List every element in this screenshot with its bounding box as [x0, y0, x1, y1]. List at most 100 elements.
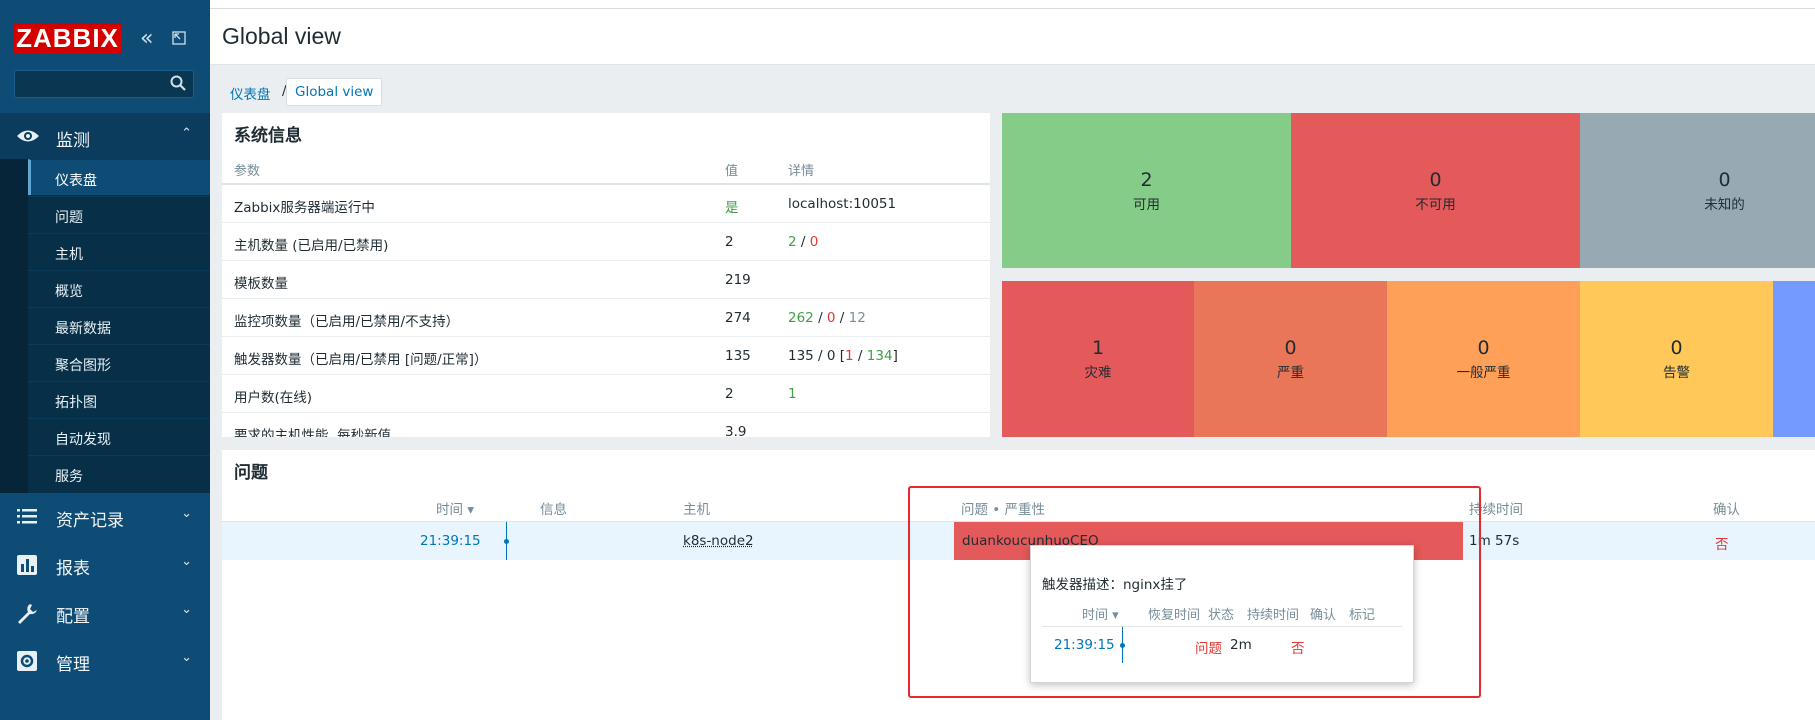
severity-tile-disaster[interactable]: 1 灾难: [1002, 281, 1194, 437]
widget-title: 问题: [234, 463, 268, 482]
tile-count: 2: [1140, 169, 1153, 191]
zabbix-logo[interactable]: ZABBIX: [14, 24, 121, 53]
sidebar-item-screens[interactable]: 聚合图形: [28, 344, 210, 380]
tile-label: 告警: [1663, 365, 1690, 381]
sidebar-item-overview[interactable]: 概览: [28, 270, 210, 306]
chevron-down-icon: ⌄: [181, 602, 192, 617]
table-row: 要求的主机性能, 每秒新值 3.9: [222, 413, 990, 437]
chevron-down-icon: ⌄: [181, 506, 192, 521]
sidebar-item-label: 自动发现: [55, 432, 111, 448]
problem-time-link[interactable]: 21:39:15: [420, 533, 481, 549]
sidebar-item-latest-data[interactable]: 最新数据: [28, 307, 210, 343]
tile-count: 0: [1477, 337, 1490, 359]
hintbox-col-tags: 标记: [1349, 608, 1376, 623]
ack-link[interactable]: 否: [1715, 533, 1729, 553]
hintbox-col-time: 时间 ▾: [1082, 608, 1119, 623]
sidebar-item-label: 拓扑图: [55, 395, 97, 411]
tile-count: 1: [1091, 337, 1105, 359]
chevron-up-icon: ⌃: [181, 126, 192, 141]
submenu-rail: [0, 159, 28, 493]
slash: /: [813, 310, 827, 326]
hintbox-col-recovery: 恢复时间: [1148, 608, 1201, 623]
tile-count: 0: [1718, 169, 1731, 191]
tile-label: 可用: [1133, 197, 1160, 213]
menu-section-configuration[interactable]: 配置 ⌄: [0, 589, 210, 635]
search-icon[interactable]: [169, 74, 187, 92]
column-header-ack: 确认: [1713, 502, 1740, 518]
wrench-icon: [16, 602, 37, 624]
sidebar-item-services[interactable]: 服务: [28, 455, 210, 491]
severity-tile-information[interactable]: [1773, 281, 1815, 437]
host-availability-tile-available[interactable]: 2 可用: [1002, 113, 1291, 268]
row-left-background: [222, 522, 533, 560]
param-cell: 主机数量 (已启用/已禁用): [234, 238, 389, 254]
host-availability-tile-unknown[interactable]: 0 未知的: [1580, 113, 1815, 268]
severity-tile-average[interactable]: 0 一般严重: [1387, 281, 1580, 437]
sidebar-item-label: 概览: [55, 284, 83, 300]
sidebar-item-label: 仪表盘: [55, 173, 97, 189]
tile-count: 0: [1429, 169, 1442, 191]
details-cell: 135 / 0 [1 / 134]: [788, 348, 898, 364]
hintbox-col-duration: 持续时间: [1247, 608, 1300, 623]
tile-count: 0: [1670, 337, 1683, 359]
breadcrumb-dashboard-link[interactable]: 仪表盘: [230, 83, 271, 103]
hintbox-col-status: 状态: [1208, 608, 1235, 623]
table-row: 触发器数量（已启用/已禁用 [问题/正常]） 135 135 / 0 [1 / …: [222, 337, 990, 375]
value-cell: 274: [725, 310, 751, 326]
menu-section-inventory[interactable]: 资产记录 ⌄: [0, 493, 210, 539]
enabled-count: 262: [788, 310, 814, 326]
column-header-value: 值: [725, 164, 739, 179]
menu-section-administration[interactable]: 管理 ⌄: [0, 637, 210, 683]
column-header-host[interactable]: 主机: [683, 498, 710, 518]
details-cell: 262 / 0 / 12: [788, 310, 866, 326]
table-row: 用户数(在线) 2 1: [222, 375, 990, 413]
breadcrumb-current[interactable]: Global view: [286, 78, 383, 106]
disabled-count: 0: [809, 234, 819, 250]
chevron-down-icon: ⌄: [181, 554, 192, 569]
table-header: 参数 值 详情: [222, 153, 990, 185]
system-info-widget: 系统信息 参数 值 详情 Zabbix服务器端运行中 是 localhost:1…: [222, 113, 990, 437]
sidebar-item-problems[interactable]: 问题: [28, 196, 210, 232]
tile-count: 0: [1284, 337, 1297, 359]
table-row: 主机数量 (已启用/已禁用) 2 2 / 0: [222, 223, 990, 261]
host-availability-tile-unavailable[interactable]: 0 不可用: [1291, 113, 1580, 268]
sidebar-item-hosts[interactable]: 主机: [28, 233, 210, 269]
problem-count: 1: [845, 348, 854, 364]
value-cell: 135: [725, 348, 751, 364]
host-link[interactable]: k8s-node2: [683, 533, 754, 549]
hintbox-status: 问题: [1195, 641, 1222, 657]
page-title: Global view: [222, 23, 341, 49]
column-header-param: 参数: [234, 164, 261, 179]
severity-tile-high[interactable]: 0 严重: [1194, 281, 1387, 437]
hintbox-time-link[interactable]: 21:39:15: [1054, 637, 1115, 653]
online-count: 1: [788, 386, 797, 402]
details-cell: localhost:10051: [788, 196, 896, 212]
sidebar-item-label: 聚合图形: [55, 358, 111, 374]
sidebar-search-input[interactable]: [14, 70, 194, 98]
sidebar-item-discovery[interactable]: 自动发现: [28, 418, 210, 454]
sidebar-item-dashboard[interactable]: 仪表盘: [28, 159, 210, 195]
sidebar-item-maps[interactable]: 拓扑图: [28, 381, 210, 417]
param-cell: 触发器数量（已启用/已禁用 [问题/正常]）: [234, 352, 488, 368]
hintbox-ack-link[interactable]: 否: [1291, 637, 1305, 657]
kiosk-mode-icon[interactable]: [172, 31, 186, 45]
tile-label: 一般严重: [1456, 365, 1511, 381]
menu-section-monitoring[interactable]: 监测 ⌃: [0, 113, 210, 159]
menu-section-reports[interactable]: 报表 ⌄: [0, 541, 210, 587]
hintbox-col-ack: 确认: [1310, 608, 1337, 623]
severity-tile-warning[interactable]: 0 告警: [1580, 281, 1773, 437]
column-header-time[interactable]: 时间 ▾: [436, 498, 474, 518]
sidebar: ZABBIX « 监测 ⌃ 仪表盘 问题 主机 概览 最新数据 聚合图形 拓扑图…: [0, 0, 210, 720]
details-cell: 2 / 0: [788, 234, 818, 250]
table-row: Zabbix服务器端运行中 是 localhost:10051: [222, 185, 990, 223]
widget-title: 系统信息: [234, 126, 302, 145]
tile-label: 不可用: [1415, 197, 1456, 213]
details-cell: 1: [788, 386, 797, 402]
menu-section-label: 管理: [56, 655, 90, 674]
value-cell: 3.9: [725, 424, 747, 437]
counts-prefix: 135 / 0 [: [788, 348, 846, 364]
collapse-sidebar-icon[interactable]: «: [140, 26, 153, 51]
page-header: Global view: [210, 9, 1815, 65]
list-icon: [16, 506, 37, 526]
tile-label: 严重: [1277, 365, 1304, 381]
